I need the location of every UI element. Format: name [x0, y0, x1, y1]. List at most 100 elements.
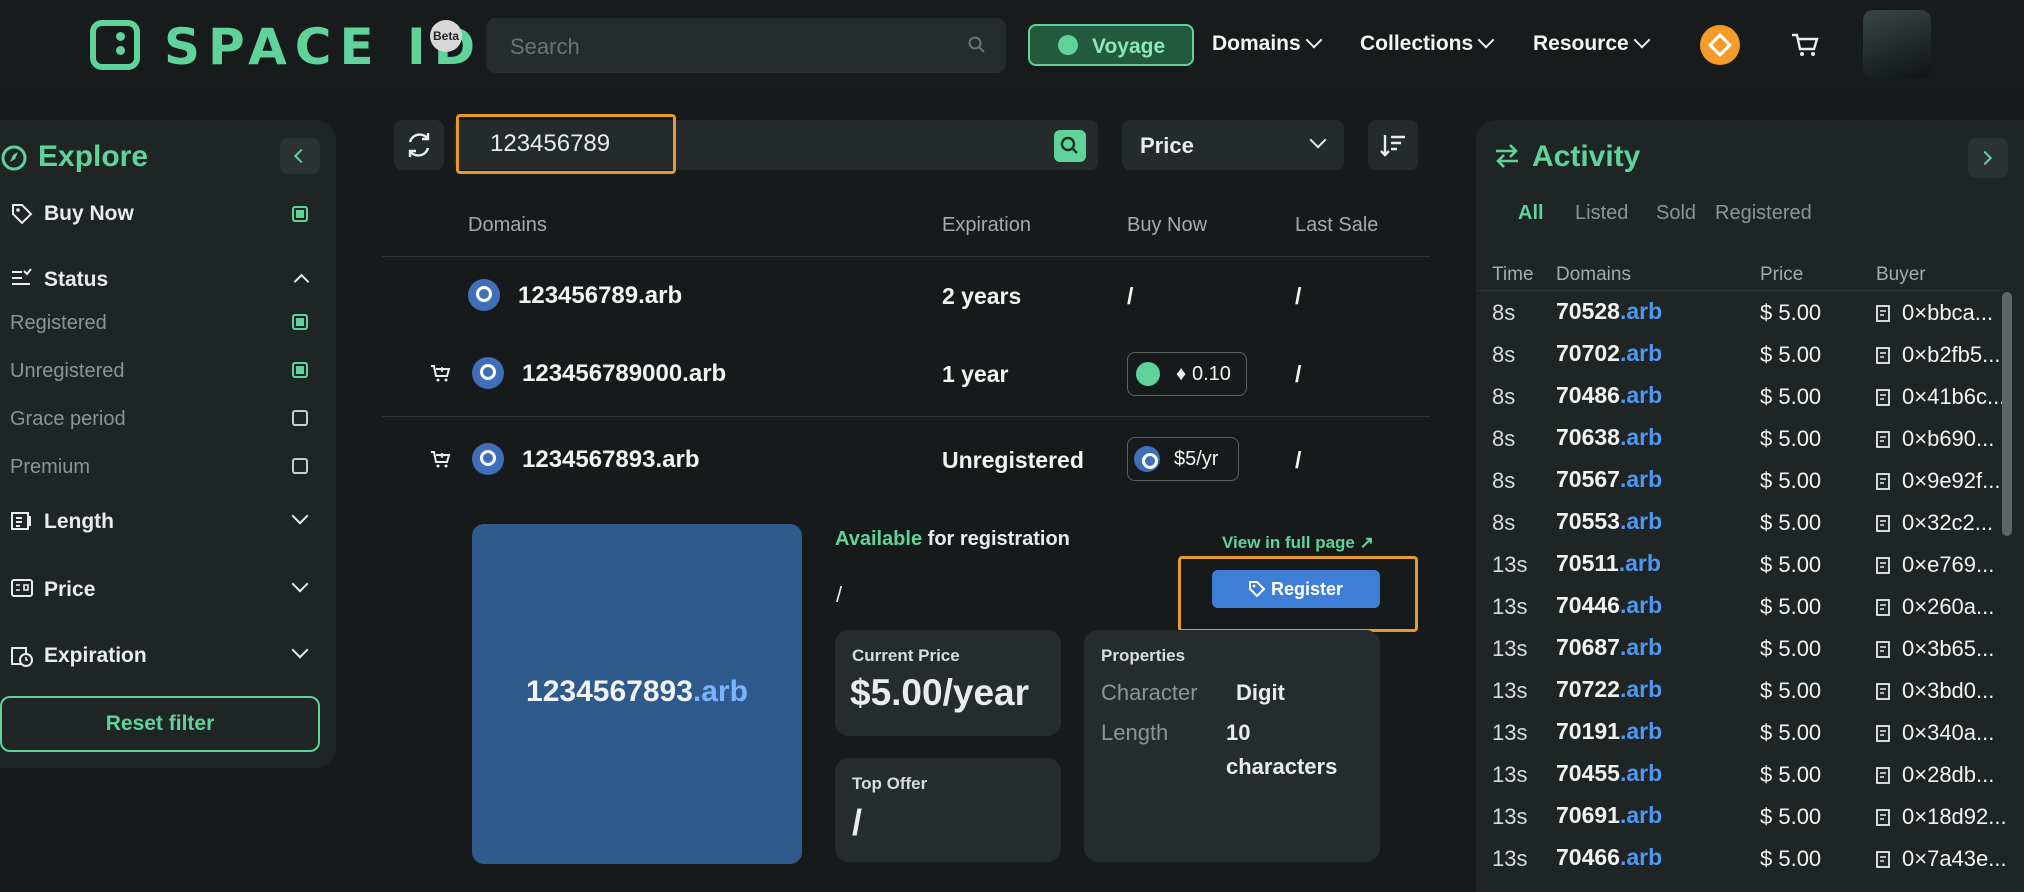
activity-row[interactable]: 8s 70567.arb $ 5.00 0×9e92f...: [1476, 460, 2024, 502]
activity-buyer[interactable]: 0×b2fb5...: [1876, 342, 2006, 368]
expand-panel-button[interactable]: [1968, 138, 2008, 178]
chevron-down-icon[interactable]: [291, 641, 309, 659]
refresh-button[interactable]: [394, 120, 444, 170]
activity-scrollbar[interactable]: [2002, 292, 2012, 536]
chevron-down-icon[interactable]: [291, 507, 309, 525]
unregistered-checkbox[interactable]: [292, 362, 308, 378]
activity-domain[interactable]: 70553.arb: [1556, 508, 1662, 535]
activity-buyer[interactable]: 0×7a43e...: [1876, 846, 2006, 872]
tab-registered[interactable]: Registered: [1715, 202, 1812, 225]
col-expiration[interactable]: Expiration: [942, 214, 1031, 237]
activity-domain[interactable]: 70455.arb: [1556, 760, 1662, 787]
activity-buyer[interactable]: 0×e769...: [1876, 552, 2006, 578]
explorer-link-icon: [1876, 725, 1890, 742]
activity-row[interactable]: 13s 70191.arb $ 5.00 0×340a...: [1476, 712, 2024, 754]
activity-row[interactable]: 8s 70702.arb $ 5.00 0×b2fb5...: [1476, 334, 2024, 376]
col-domains[interactable]: Domains: [468, 214, 547, 237]
activity-row[interactable]: 13s 70722.arb $ 5.00 0×3bd0...: [1476, 670, 2024, 712]
grace-period-checkbox[interactable]: [292, 410, 308, 426]
activity-domain[interactable]: 70691.arb: [1556, 802, 1662, 829]
status-section-title[interactable]: Status: [44, 268, 108, 292]
chevron-down-icon[interactable]: [291, 575, 309, 593]
activity-buyer[interactable]: 0×bbca...: [1876, 300, 2006, 326]
domain-name[interactable]: 123456789000.arb: [522, 360, 726, 388]
buy-now-filter[interactable]: Buy Now: [44, 202, 134, 226]
global-search-input[interactable]: Search: [486, 18, 1006, 73]
domain-search-button[interactable]: [1054, 130, 1086, 162]
nav-domains[interactable]: Domains: [1212, 32, 1301, 56]
view-full-page-link[interactable]: View in full page ↗: [1222, 533, 1374, 553]
activity-buyer[interactable]: 0×28db...: [1876, 762, 2006, 788]
activity-domain[interactable]: 70702.arb: [1556, 340, 1662, 367]
col-last-sale[interactable]: Last Sale: [1295, 214, 1378, 237]
nav-resource[interactable]: Resource: [1533, 32, 1629, 56]
activity-domain[interactable]: 70567.arb: [1556, 466, 1662, 493]
voyage-button[interactable]: Voyage: [1028, 24, 1194, 66]
user-avatar[interactable]: [1863, 10, 1931, 78]
sort-order-button[interactable]: [1368, 120, 1418, 170]
activity-domain[interactable]: 70638.arb: [1556, 424, 1662, 451]
add-to-cart-icon[interactable]: [430, 364, 452, 382]
activity-row[interactable]: 13s 70691.arb $ 5.00 0×18d92...: [1476, 796, 2024, 838]
cart-icon[interactable]: [1790, 32, 1820, 58]
domain-name[interactable]: 1234567893.arb: [522, 446, 700, 474]
status-registered[interactable]: Registered: [10, 312, 107, 335]
tab-listed[interactable]: Listed: [1575, 202, 1628, 225]
activity-buyer[interactable]: 0×260a...: [1876, 594, 2006, 620]
bnb-chain-icon[interactable]: [1700, 25, 1740, 65]
registration-info: /: [836, 582, 843, 607]
activity-row[interactable]: 13s 70466.arb $ 5.00 0×7a43e...: [1476, 838, 2024, 880]
nav-collections[interactable]: Collections: [1360, 32, 1473, 56]
status-grace-period[interactable]: Grace period: [10, 408, 126, 431]
activity-domain[interactable]: 70511.arb: [1556, 550, 1661, 577]
tab-all[interactable]: All: [1518, 202, 1544, 225]
add-to-cart-icon[interactable]: [430, 450, 452, 468]
activity-row[interactable]: 8s 70638.arb $ 5.00 0×b690...: [1476, 418, 2024, 460]
sort-select[interactable]: Price: [1122, 120, 1344, 170]
explorer-link-icon: [1876, 515, 1890, 532]
activity-row[interactable]: 13s 70446.arb $ 5.00 0×260a...: [1476, 586, 2024, 628]
col-buy-now[interactable]: Buy Now: [1127, 214, 1207, 237]
status-unregistered[interactable]: Unregistered: [10, 360, 125, 383]
tag-icon: [12, 204, 33, 225]
activity-buyer[interactable]: 0×41b6c...: [1876, 384, 2006, 410]
price-filter[interactable]: Price: [44, 578, 95, 602]
activity-domain[interactable]: 70528.arb: [1556, 298, 1662, 325]
activity-row[interactable]: 13s 70687.arb $ 5.00 0×3b65...: [1476, 628, 2024, 670]
expiration-filter[interactable]: Expiration: [44, 644, 147, 668]
activity-domain[interactable]: 70687.arb: [1556, 634, 1662, 661]
status-premium[interactable]: Premium: [10, 456, 90, 479]
explore-title: Explore: [38, 140, 149, 173]
space-id-logo-icon[interactable]: [90, 20, 140, 70]
activity-buyer[interactable]: 0×b690...: [1876, 426, 2006, 452]
register-button[interactable]: Register: [1212, 570, 1380, 608]
length-filter[interactable]: Length: [44, 510, 114, 534]
activity-row[interactable]: 8s 70528.arb $ 5.00 0×bbca...: [1476, 292, 2024, 334]
chevron-up-icon[interactable]: [293, 273, 310, 290]
activity-row[interactable]: 8s 70486.arb $ 5.00 0×41b6c...: [1476, 376, 2024, 418]
buy-now-checkbox[interactable]: [292, 206, 308, 222]
reset-filter-button[interactable]: Reset filter: [0, 696, 320, 752]
activity-row[interactable]: 13s 70511.arb $ 5.00 0×e769...: [1476, 544, 2024, 586]
activity-buyer[interactable]: 0×32c2...: [1876, 510, 2006, 536]
activity-buyer[interactable]: 0×340a...: [1876, 720, 2006, 746]
activity-row[interactable]: 13s 70455.arb $ 5.00 0×28db...: [1476, 754, 2024, 796]
activity-domain[interactable]: 70446.arb: [1556, 592, 1662, 619]
activity-buyer[interactable]: 0×9e92f...: [1876, 468, 2006, 494]
tab-sold[interactable]: Sold: [1656, 202, 1696, 225]
domain-search-input[interactable]: 123456789: [490, 130, 610, 158]
registered-checkbox[interactable]: [292, 314, 308, 330]
activity-domain[interactable]: 70191.arb: [1556, 718, 1662, 745]
premium-checkbox[interactable]: [292, 458, 308, 474]
activity-buyer[interactable]: 0×3bd0...: [1876, 678, 2006, 704]
activity-buyer[interactable]: 0×3b65...: [1876, 636, 2006, 662]
activity-domain[interactable]: 70722.arb: [1556, 676, 1662, 703]
activity-row[interactable]: 8s 70553.arb $ 5.00 0×32c2...: [1476, 502, 2024, 544]
collapse-panel-button[interactable]: [280, 138, 320, 174]
activity-domain[interactable]: 70486.arb: [1556, 382, 1662, 409]
chevron-down-icon: [1305, 31, 1323, 49]
explorer-link-icon: [1876, 809, 1890, 826]
domain-name[interactable]: 123456789.arb: [518, 282, 682, 310]
activity-buyer[interactable]: 0×18d92...: [1876, 804, 2006, 830]
activity-domain[interactable]: 70466.arb: [1556, 844, 1662, 871]
